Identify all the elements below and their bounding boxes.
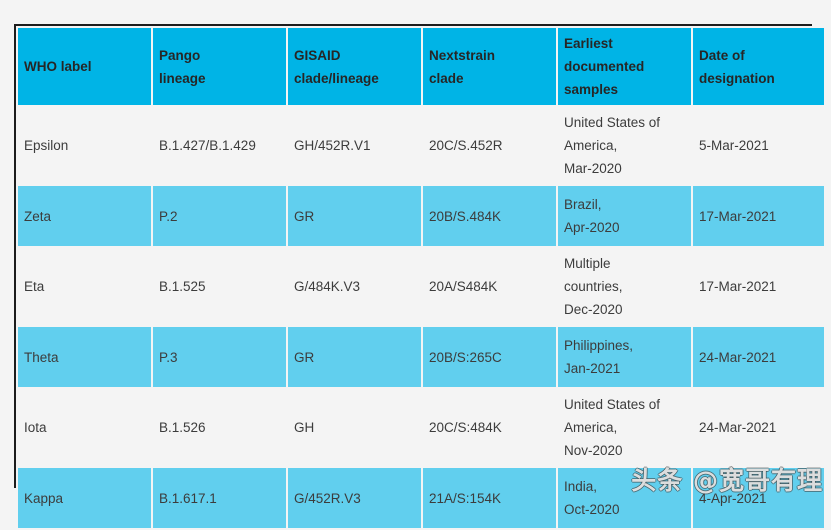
cell-who-label: Iota bbox=[18, 389, 151, 466]
column-header-pango-lineage: Pango lineage bbox=[153, 28, 286, 105]
table-row: Kappa B.1.617.1 G/452R.V3 21A/S:154K Ind… bbox=[18, 468, 824, 528]
cell-who-label: Kappa bbox=[18, 468, 151, 528]
cell-who-label: Theta bbox=[18, 327, 151, 387]
cell-pango-lineage: B.1.427/B.1.429 bbox=[153, 107, 286, 184]
column-header-pango-line2: lineage bbox=[159, 70, 206, 86]
cell-date-of-designation: 17-Mar-2021 bbox=[693, 248, 824, 325]
cell-earliest-line1: Philippines, bbox=[564, 338, 634, 353]
cell-gisaid-clade: GR bbox=[288, 327, 421, 387]
column-header-gisaid-line1: GISAID bbox=[294, 47, 341, 63]
cell-earliest-line1: Multiple bbox=[564, 256, 611, 271]
table-row: Epsilon B.1.427/B.1.429 GH/452R.V1 20C/S… bbox=[18, 107, 824, 184]
cell-earliest-samples: United States of America, Mar-2020 bbox=[558, 107, 691, 184]
column-header-date-line1: Date of bbox=[699, 47, 745, 63]
cell-date-of-designation: 5-Mar-2021 bbox=[693, 107, 824, 184]
table-header: WHO label Pango lineage GISAID clade/lin… bbox=[18, 28, 824, 105]
cell-who-label: Zeta bbox=[18, 186, 151, 246]
cell-gisaid-clade: GH/452R.V1 bbox=[288, 107, 421, 184]
column-header-earliest-line1: Earliest bbox=[564, 36, 613, 51]
cell-nextstrain-clade: 20A/S484K bbox=[423, 248, 556, 325]
cell-earliest-line2: America, bbox=[564, 420, 618, 435]
column-header-earliest-line2: documented bbox=[564, 59, 645, 74]
cell-pango-lineage: B.1.526 bbox=[153, 389, 286, 466]
cell-earliest-samples: United States of America, Nov-2020 bbox=[558, 389, 691, 466]
cell-gisaid-clade: GH bbox=[288, 389, 421, 466]
cell-earliest-line3: Dec-2020 bbox=[564, 302, 623, 317]
column-header-nextstrain-clade: Nextstrain clade bbox=[423, 28, 556, 105]
cell-date-of-designation: 4-Apr-2021 bbox=[693, 468, 824, 528]
table-row: Theta P.3 GR 20B/S:265C Philippines, Jan… bbox=[18, 327, 824, 387]
cell-date-of-designation: 17-Mar-2021 bbox=[693, 186, 824, 246]
cell-earliest-line2: Apr-2020 bbox=[564, 220, 620, 235]
cell-gisaid-clade: G/484K.V3 bbox=[288, 248, 421, 325]
column-header-date-line2: designation bbox=[699, 70, 775, 86]
column-header-earliest-samples: Earliest documented samples bbox=[558, 28, 691, 105]
sars-cov-2-variant-table: WHO label Pango lineage GISAID clade/lin… bbox=[16, 26, 826, 530]
cell-earliest-samples: Multiple countries, Dec-2020 bbox=[558, 248, 691, 325]
cell-gisaid-clade: GR bbox=[288, 186, 421, 246]
cell-pango-lineage: B.1.525 bbox=[153, 248, 286, 325]
cell-who-label: Eta bbox=[18, 248, 151, 325]
cell-nextstrain-clade: 20C/S.452R bbox=[423, 107, 556, 184]
column-header-gisaid-line2: clade/lineage bbox=[294, 70, 379, 86]
cell-earliest-line2: Oct-2020 bbox=[564, 502, 620, 517]
variant-table-container: WHO label Pango lineage GISAID clade/lin… bbox=[14, 24, 826, 530]
cell-earliest-line3: Nov-2020 bbox=[564, 443, 623, 458]
cell-earliest-line2: Jan-2021 bbox=[564, 361, 621, 376]
cell-earliest-samples: Brazil, Apr-2020 bbox=[558, 186, 691, 246]
table-row: Zeta P.2 GR 20B/S.484K Brazil, Apr-2020 … bbox=[18, 186, 824, 246]
cell-date-of-designation: 24-Mar-2021 bbox=[693, 327, 824, 387]
cell-date-of-designation: 24-Mar-2021 bbox=[693, 389, 824, 466]
cell-earliest-samples: Philippines, Jan-2021 bbox=[558, 327, 691, 387]
column-header-earliest-line3: samples bbox=[564, 82, 619, 97]
column-header-who-label-line1: WHO label bbox=[24, 59, 92, 74]
cell-earliest-line1: India, bbox=[564, 479, 598, 494]
cell-pango-lineage: B.1.617.1 bbox=[153, 468, 286, 528]
cell-earliest-samples: India, Oct-2020 bbox=[558, 468, 691, 528]
column-header-date-of-designation: Date of designation bbox=[693, 28, 824, 105]
cell-who-label: Epsilon bbox=[18, 107, 151, 184]
table-header-row: WHO label Pango lineage GISAID clade/lin… bbox=[18, 28, 824, 105]
cell-earliest-line1: Brazil, bbox=[564, 197, 602, 212]
cell-nextstrain-clade: 20B/S:265C bbox=[423, 327, 556, 387]
table-row: Iota B.1.526 GH 20C/S:484K United States… bbox=[18, 389, 824, 466]
cell-pango-lineage: P.2 bbox=[153, 186, 286, 246]
column-header-gisaid-clade: GISAID clade/lineage bbox=[288, 28, 421, 105]
cell-gisaid-clade: G/452R.V3 bbox=[288, 468, 421, 528]
cell-nextstrain-clade: 20C/S:484K bbox=[423, 389, 556, 466]
cell-earliest-line1: United States of bbox=[564, 397, 661, 412]
cell-nextstrain-clade: 21A/S:154K bbox=[423, 468, 556, 528]
cell-nextstrain-clade: 20B/S.484K bbox=[423, 186, 556, 246]
column-header-nextstrain-line2: clade bbox=[429, 70, 464, 86]
cell-earliest-line1: United States of bbox=[564, 115, 661, 130]
column-header-nextstrain-line1: Nextstrain bbox=[429, 47, 496, 63]
column-header-who-label: WHO label bbox=[18, 28, 151, 105]
cell-earliest-line2: America, bbox=[564, 138, 618, 153]
column-header-pango-line1: Pango bbox=[159, 47, 201, 63]
table-row: Eta B.1.525 G/484K.V3 20A/S484K Multiple… bbox=[18, 248, 824, 325]
cell-earliest-line3: Mar-2020 bbox=[564, 161, 622, 176]
table-body: Epsilon B.1.427/B.1.429 GH/452R.V1 20C/S… bbox=[18, 107, 824, 528]
cell-earliest-line2: countries, bbox=[564, 279, 623, 294]
cell-pango-lineage: P.3 bbox=[153, 327, 286, 387]
